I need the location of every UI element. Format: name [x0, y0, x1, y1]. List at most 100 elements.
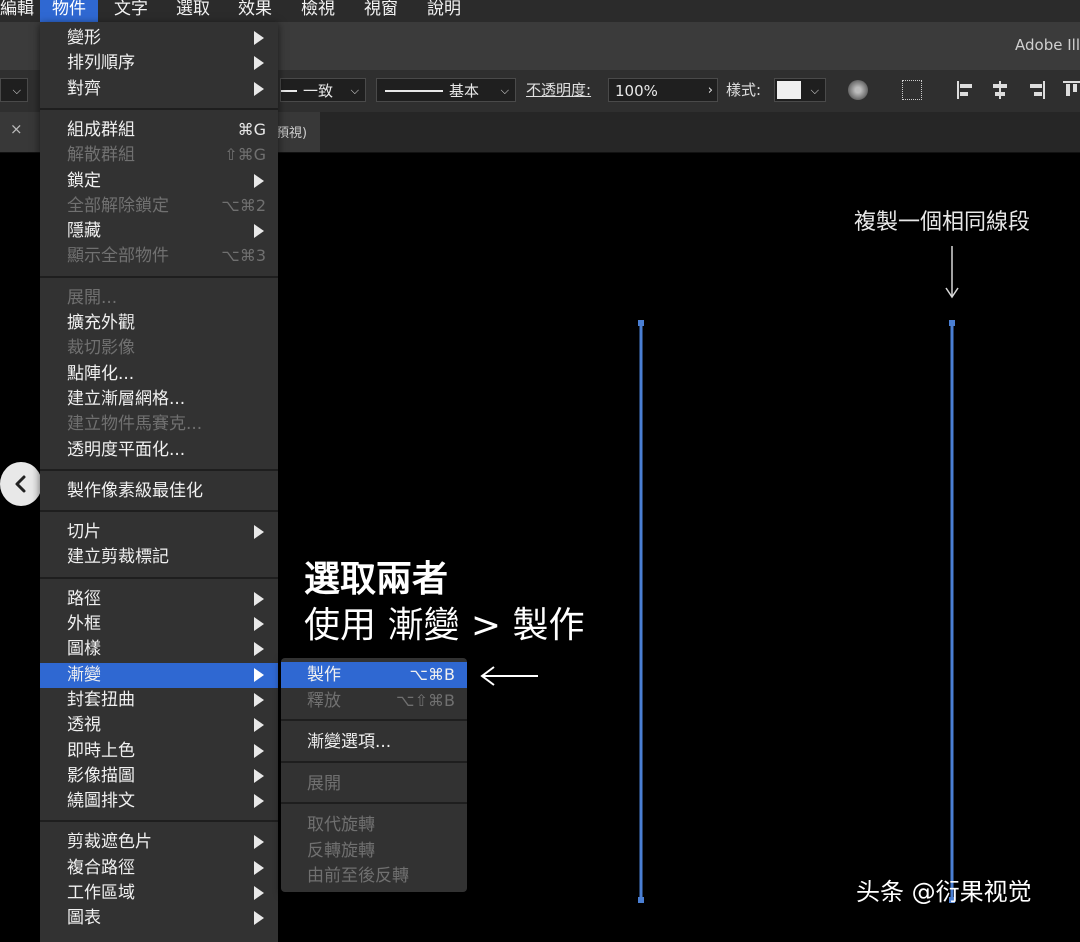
- menu-item[interactable]: 圖樣: [40, 637, 278, 662]
- menu-item-label: 複合路徑: [67, 857, 135, 878]
- menu-item[interactable]: 對齊: [40, 77, 278, 102]
- object-menu: 變形 排列順序 對齊 組成群組 ⌘G 解散群組 ⇧⌘G 鎖定 全部解除鎖定 ⌥⌘2 隱藏 顯示全部物件…: [40, 22, 278, 942]
- menu-item[interactable]: 變形: [40, 26, 278, 51]
- menu-item[interactable]: 繞圖排文: [40, 789, 278, 814]
- anchor-point-icon[interactable]: [638, 320, 644, 326]
- menu-item[interactable]: 排列順序: [40, 51, 278, 76]
- menu-item-shortcut: ⌥⌘2: [221, 195, 266, 215]
- menu-item[interactable]: 點陣化...: [40, 362, 278, 387]
- menu-item-label: 即時上色: [67, 740, 135, 761]
- back-button[interactable]: [0, 462, 42, 506]
- menu-item-label: 路徑: [67, 588, 101, 609]
- submenu-arrow-icon: [254, 617, 264, 631]
- submenu-arrow-icon: [254, 173, 264, 188]
- menu-separator: [40, 576, 278, 579]
- menu-item-label: 擴充外觀: [67, 313, 135, 333]
- menu-item[interactable]: 透視: [40, 713, 278, 738]
- submenu-arrow-icon: [254, 794, 264, 809]
- menu-item-label: 建立漸層網格...: [67, 388, 186, 409]
- menu-item[interactable]: 漸變: [40, 662, 278, 688]
- anchor-point-icon[interactable]: [638, 897, 644, 903]
- submenu-arrow-icon: [254, 835, 264, 850]
- menu-item-label: 組成群組: [67, 119, 135, 140]
- submenu-arrow-icon: [254, 743, 264, 758]
- menu-item[interactable]: 製作像素級最佳化: [40, 479, 278, 504]
- menu-item[interactable]: 擴充外觀: [40, 311, 278, 336]
- menu-item-label: 隱藏: [67, 221, 101, 242]
- menu-item-label: 圖表: [67, 908, 101, 929]
- menu-item-label: 解散群組: [67, 145, 135, 166]
- menu-item-label: 建立剪裁標記: [67, 547, 169, 568]
- submenu-arrow-icon: [254, 525, 264, 540]
- menu-item[interactable]: 隱藏: [40, 219, 278, 244]
- submenu-item-label: 漸變選項...: [307, 732, 392, 752]
- submenu-arrow-icon: [254, 81, 264, 96]
- menu-item-label: 建立物件馬賽克...: [67, 414, 203, 435]
- menu-item-shortcut: ⇧⌘G: [224, 145, 266, 165]
- menu-item[interactable]: 全部解除鎖定 ⌥⌘2: [40, 194, 278, 219]
- submenu-item[interactable]: 釋放 ⌥⇧⌘B: [281, 688, 467, 714]
- menu-item-label: 繞圖排文: [67, 791, 135, 812]
- menu-item[interactable]: 鎖定: [40, 169, 278, 194]
- menu-separator: [40, 820, 278, 823]
- menu-item[interactable]: 剪裁遮色片: [40, 830, 278, 855]
- submenu-separator: [281, 719, 467, 721]
- menu-item-label: 外框: [67, 614, 101, 634]
- menu-item[interactable]: 影像描圖: [40, 764, 278, 789]
- menu-item[interactable]: 組成群組 ⌘G: [40, 118, 278, 143]
- menu-item[interactable]: 建立物件馬賽克...: [40, 412, 278, 437]
- menu-item-label: 圖樣: [67, 639, 101, 660]
- blend-submenu: 製作 ⌥⌘B 釋放 ⌥⇧⌘B 漸變選項... 展開取代旋轉反轉旋轉 由前至後反轉: [281, 658, 467, 892]
- menu-item-label: 變形: [67, 28, 101, 48]
- menu-item-label: 全部解除鎖定: [67, 195, 169, 216]
- menu-item[interactable]: 建立漸層網格...: [40, 387, 278, 412]
- submenu-arrow-icon: [254, 224, 264, 239]
- submenu-separator: [281, 760, 467, 763]
- menu-item[interactable]: 即時上色: [40, 739, 278, 764]
- menu-item[interactable]: 路徑: [40, 587, 278, 612]
- anchor-point-icon[interactable]: [949, 320, 955, 326]
- submenu-item[interactable]: 漸變選項...: [281, 729, 467, 755]
- submenu-arrow-icon: [254, 886, 264, 900]
- submenu-arrow-icon: [254, 56, 264, 71]
- menu-item[interactable]: 展開...: [40, 286, 278, 311]
- menu-item[interactable]: 複合路徑: [40, 856, 278, 881]
- submenu-item[interactable]: 由前至後反轉: [281, 863, 467, 889]
- menu-item[interactable]: 裁切影像: [40, 336, 278, 361]
- menu-item[interactable]: 透明度平面化...: [40, 438, 278, 463]
- menu-item[interactable]: 顯示全部物件 ⌥⌘3: [40, 244, 278, 269]
- menu-item[interactable]: 切片: [40, 520, 278, 545]
- menu-item[interactable]: 封套扭曲: [40, 688, 278, 713]
- submenu-item-label: 取代旋轉: [307, 815, 375, 835]
- submenu-item-shortcut: ⌥⌘B: [409, 665, 455, 684]
- menu-item-label: 影像描圖: [67, 765, 135, 786]
- menu-item-label: 點陣化...: [67, 363, 135, 384]
- menu-item-label: 封套扭曲: [67, 689, 135, 710]
- submenu-item[interactable]: 取代旋轉: [281, 812, 467, 838]
- menu-item[interactable]: 工作區域: [40, 881, 278, 906]
- menu-item[interactable]: 外框: [40, 612, 278, 637]
- duplicate-note: 複製一個相同線段: [854, 210, 1031, 235]
- submenu-item[interactable]: 反轉旋轉: [281, 838, 467, 864]
- submenu-item-label: 釋放: [307, 690, 341, 711]
- menu-item-label: 剪裁遮色片: [67, 832, 152, 853]
- menu-item[interactable]: 圖表: [40, 906, 278, 931]
- menu-item[interactable]: 建立剪裁標記: [40, 545, 278, 570]
- submenu-arrow-icon: [254, 860, 264, 875]
- menu-item-label: 顯示全部物件: [67, 246, 169, 267]
- submenu-arrow-icon: [254, 591, 264, 606]
- submenu-item[interactable]: 展開: [281, 771, 467, 797]
- submenu-arrow-icon: [254, 692, 264, 707]
- menu-item-label: 工作區域: [67, 883, 135, 903]
- menu-item-shortcut: ⌘G: [237, 119, 266, 139]
- submenu-arrow-icon: [254, 911, 264, 926]
- submenu-item[interactable]: 製作 ⌥⌘B: [281, 662, 467, 688]
- menu-item-label: 排列順序: [67, 53, 135, 74]
- submenu-item-label: 反轉旋轉: [307, 840, 375, 861]
- submenu-arrow-icon: [254, 718, 264, 733]
- menu-item-label: 裁切影像: [67, 338, 135, 359]
- menu-item[interactable]: 解散群組 ⇧⌘G: [40, 143, 278, 168]
- instruction-step-title: 選取兩者: [304, 559, 449, 600]
- menu-item-label: 展開...: [67, 287, 118, 308]
- menu-separator: [40, 107, 278, 110]
